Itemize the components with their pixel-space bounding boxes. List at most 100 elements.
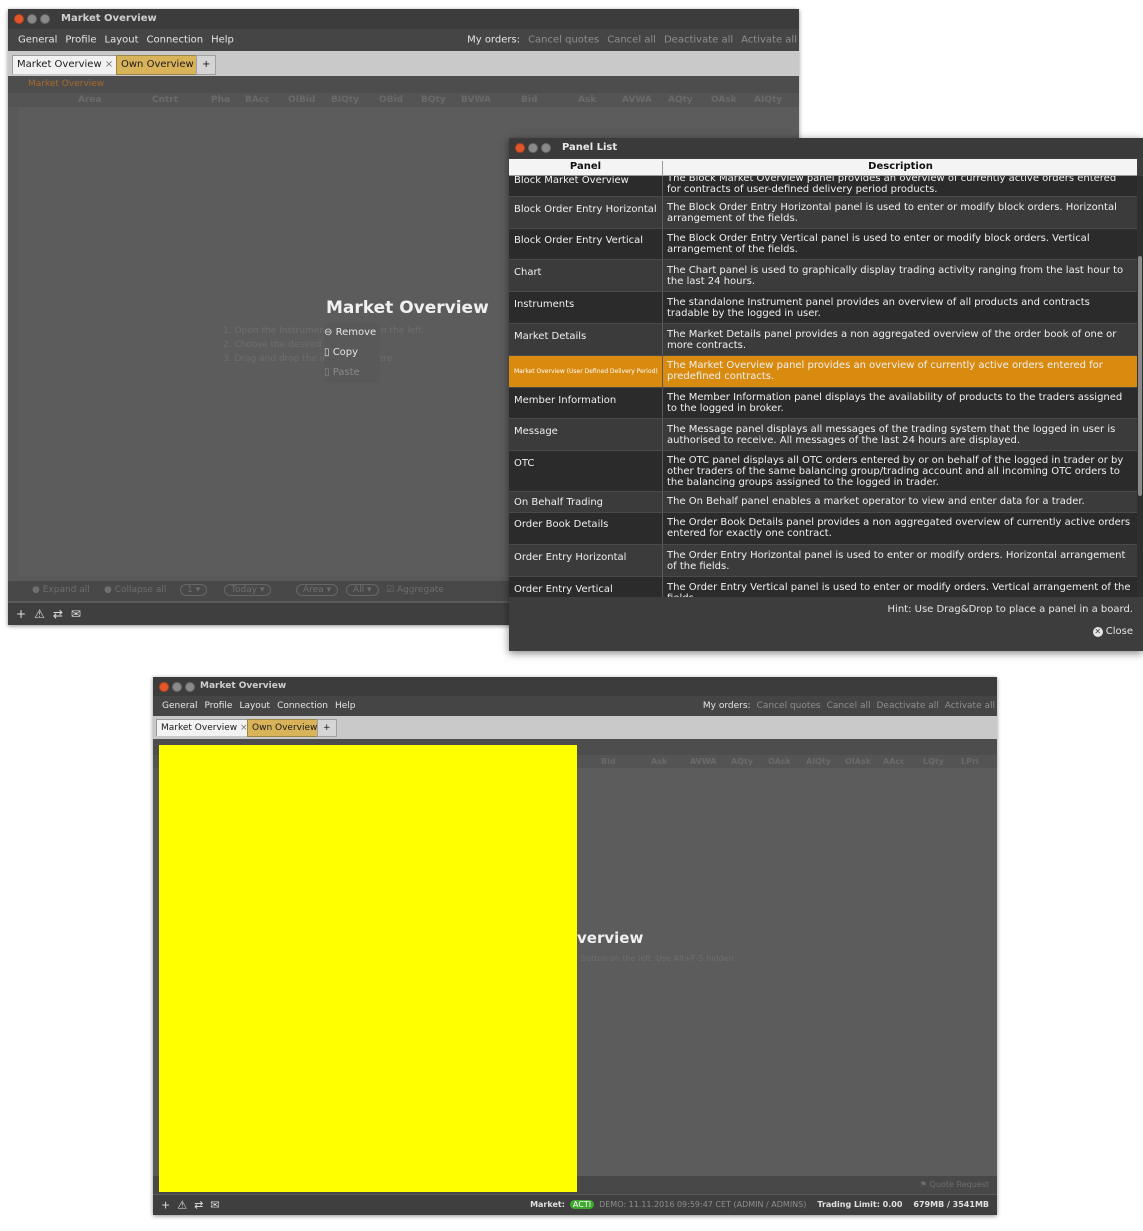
table-row[interactable]: On Behalf Trading The On Behalf panel en…	[509, 492, 1137, 513]
table-row[interactable]: Order Book Details The Order Book Detail…	[509, 513, 1137, 545]
col-lpri[interactable]: LPri	[961, 757, 979, 766]
add-tab-button[interactable]: +	[196, 55, 217, 75]
aggregate-checkbox[interactable]: ☑ Aggregate	[386, 585, 444, 595]
cancel-all-button[interactable]: Cancel all	[827, 701, 871, 711]
col-aiqty[interactable]: AIQty	[806, 757, 831, 766]
deactivate-all-button[interactable]: Deactivate all	[876, 701, 938, 711]
table-row[interactable]: OTC The OTC panel displays all OTC order…	[509, 451, 1137, 492]
table-row[interactable]: Message The Message panel displays all m…	[509, 419, 1137, 451]
title-bar[interactable]: Market Overview	[153, 677, 997, 696]
menu-profile[interactable]: Profile	[204, 701, 232, 711]
close-window-icon[interactable]	[159, 681, 169, 692]
col-obid[interactable]: OBid	[379, 95, 403, 105]
col-bvwa[interactable]: BVWA	[461, 95, 491, 105]
col-cntrt[interactable]: Cntrt	[152, 95, 178, 105]
deactivate-all-button[interactable]: Deactivate all	[664, 35, 733, 46]
area-select[interactable]: Area ▾	[296, 584, 339, 596]
ctx-remove[interactable]: ⊖ Remove	[324, 323, 376, 343]
table-row[interactable]: Market Details The Market Details panel …	[509, 324, 1137, 356]
menu-profile[interactable]: Profile	[65, 35, 96, 46]
table-row[interactable]: Order Entry Vertical The Order Entry Ver…	[509, 577, 1137, 597]
mail-icon[interactable]: ✉	[210, 1199, 219, 1212]
col-oask[interactable]: OAsk	[711, 95, 737, 105]
menu-help[interactable]: Help	[211, 35, 234, 46]
col-aqty[interactable]: AQty	[668, 95, 693, 105]
col-aacc[interactable]: AAcc	[883, 757, 905, 766]
header-description[interactable]: Description	[662, 161, 1138, 175]
menu-general[interactable]: General	[18, 35, 57, 46]
mail-icon[interactable]: ✉	[71, 607, 81, 621]
swap-icon[interactable]: ⇄	[53, 607, 63, 621]
menu-help[interactable]: Help	[335, 701, 356, 711]
title-bar[interactable]: Market Overview	[8, 9, 799, 29]
col-oibid[interactable]: OIBid	[288, 95, 315, 105]
warning-icon[interactable]: ⚠	[34, 607, 45, 621]
col-ask[interactable]: Ask	[578, 95, 596, 105]
cancel-quotes-button[interactable]: Cancel quotes	[528, 35, 599, 46]
swap-icon[interactable]: ⇄	[194, 1199, 203, 1212]
tab-close-icon[interactable]: ×	[105, 59, 113, 70]
col-aiqty[interactable]: AIQty	[754, 95, 782, 105]
table-row[interactable]: Block Market Overview The Block Market O…	[509, 176, 1137, 197]
menu-general[interactable]: General	[162, 701, 197, 711]
col-bid[interactable]: Bid	[521, 95, 537, 105]
col-pha[interactable]: Pha	[211, 95, 230, 105]
cancel-all-button[interactable]: Cancel all	[607, 35, 656, 46]
minimize-window-icon[interactable]	[172, 681, 182, 692]
menu-layout[interactable]: Layout	[239, 701, 270, 711]
maximize-window-icon[interactable]	[185, 681, 195, 692]
activate-all-button[interactable]: Activate all	[945, 701, 995, 711]
menu-layout[interactable]: Layout	[105, 35, 139, 46]
tab-market-overview[interactable]: Market Overview ×	[12, 55, 119, 74]
ctx-paste[interactable]: ▯ Paste	[324, 363, 376, 383]
table-row[interactable]: Chart The Chart panel is used to graphic…	[509, 260, 1137, 292]
col-oiask[interactable]: OIAsk	[845, 757, 871, 766]
menu-connection[interactable]: Connection	[147, 35, 204, 46]
col-oask[interactable]: OAsk	[768, 757, 791, 766]
expand-all-button[interactable]: ● Expand all	[32, 585, 90, 595]
add-tab-button[interactable]: +	[317, 719, 337, 737]
col-bacc[interactable]: BAcc	[245, 95, 270, 105]
quote-request-button[interactable]: ⚑ Quote Request	[920, 1180, 989, 1189]
panel-table-scrollbar[interactable]	[1137, 176, 1143, 597]
close-dialog-icon[interactable]	[515, 143, 525, 153]
maximize-dialog-icon[interactable]	[541, 143, 551, 153]
activate-all-button[interactable]: Activate all	[741, 35, 797, 46]
header-panel[interactable]: Panel	[509, 161, 662, 172]
collapse-all-button[interactable]: ● Collapse all	[104, 585, 166, 595]
col-area[interactable]: Area	[78, 95, 102, 105]
close-button[interactable]: ✕ Close	[1092, 626, 1133, 637]
filter-select[interactable]: All ▾	[346, 584, 379, 596]
tab-market-overview[interactable]: Market Overview ×	[156, 719, 253, 736]
warning-icon[interactable]: ⚠	[177, 1199, 187, 1212]
table-row[interactable]: Instruments The standalone Instrument pa…	[509, 292, 1137, 324]
col-ask[interactable]: Ask	[651, 757, 667, 766]
table-row[interactable]: Member Information The Member Informatio…	[509, 388, 1137, 419]
table-row-selected[interactable]: Market Overview (User Defined Delivery P…	[509, 356, 1137, 388]
col-biqty[interactable]: BIQty	[331, 95, 359, 105]
maximize-window-icon[interactable]	[40, 14, 50, 24]
table-row[interactable]: Order Entry Horizontal The Order Entry H…	[509, 545, 1137, 577]
ctx-copy[interactable]: ▯ Copy	[324, 343, 376, 363]
col-bqty[interactable]: BQty	[421, 95, 446, 105]
tab-own-overview[interactable]: Own Overview	[247, 719, 323, 737]
minimize-dialog-icon[interactable]	[528, 143, 538, 153]
close-window-icon[interactable]	[14, 14, 24, 24]
minimize-window-icon[interactable]	[27, 14, 37, 24]
period-select[interactable]: Today ▾	[224, 584, 272, 596]
add-icon[interactable]: +	[161, 1199, 170, 1212]
cancel-quotes-button[interactable]: Cancel quotes	[757, 701, 821, 711]
col-bid[interactable]: Bid	[601, 757, 616, 766]
tab-own-overview[interactable]: Own Overview	[116, 55, 199, 75]
col-avwa[interactable]: AVWA	[690, 757, 717, 766]
add-icon[interactable]: +	[16, 607, 26, 621]
col-avwa[interactable]: AVWA	[622, 95, 652, 105]
col-lqty[interactable]: LQty	[923, 757, 944, 766]
depth-select[interactable]: 1 ▾	[180, 584, 208, 596]
menu-connection[interactable]: Connection	[277, 701, 328, 711]
table-row[interactable]: Block Order Entry Horizontal The Block O…	[509, 197, 1137, 229]
dialog-title-bar[interactable]: Panel List	[509, 138, 1143, 158]
col-aqty[interactable]: AQty	[731, 757, 753, 766]
scrollbar-thumb[interactable]	[1138, 256, 1142, 496]
table-row[interactable]: Block Order Entry Vertical The Block Ord…	[509, 229, 1137, 260]
